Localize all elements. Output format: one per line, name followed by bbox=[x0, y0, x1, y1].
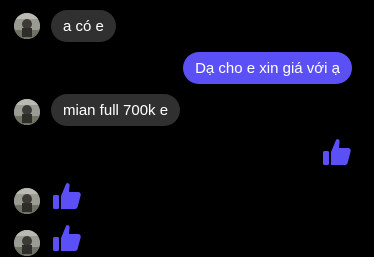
message-text: mian full 700k e bbox=[63, 101, 169, 119]
outgoing-message-bubble[interactable]: Dạ cho e xin giá với ạ bbox=[183, 52, 352, 84]
thumbs-up-icon[interactable] bbox=[51, 180, 83, 212]
message-row: a có e bbox=[0, 10, 374, 42]
thumbs-up-icon[interactable] bbox=[321, 136, 353, 168]
chat-thread: a có e Dạ cho e xin giá với ạ mian full … bbox=[0, 0, 374, 257]
thumbs-up-icon[interactable] bbox=[51, 222, 83, 254]
message-text: a có e bbox=[63, 17, 104, 35]
incoming-message-bubble[interactable]: mian full 700k e bbox=[51, 94, 181, 126]
incoming-message-bubble[interactable]: a có e bbox=[51, 10, 116, 42]
contact-avatar[interactable] bbox=[14, 99, 40, 125]
contact-avatar[interactable] bbox=[14, 230, 40, 256]
contact-avatar[interactable] bbox=[14, 188, 40, 214]
message-row bbox=[0, 180, 374, 214]
contact-avatar[interactable] bbox=[14, 13, 40, 39]
message-row: Dạ cho e xin giá với ạ bbox=[0, 52, 374, 84]
message-row bbox=[0, 136, 374, 170]
message-row: mian full 700k e bbox=[0, 94, 374, 126]
message-row bbox=[0, 222, 374, 256]
message-text: Dạ cho e xin giá với ạ bbox=[195, 59, 340, 77]
